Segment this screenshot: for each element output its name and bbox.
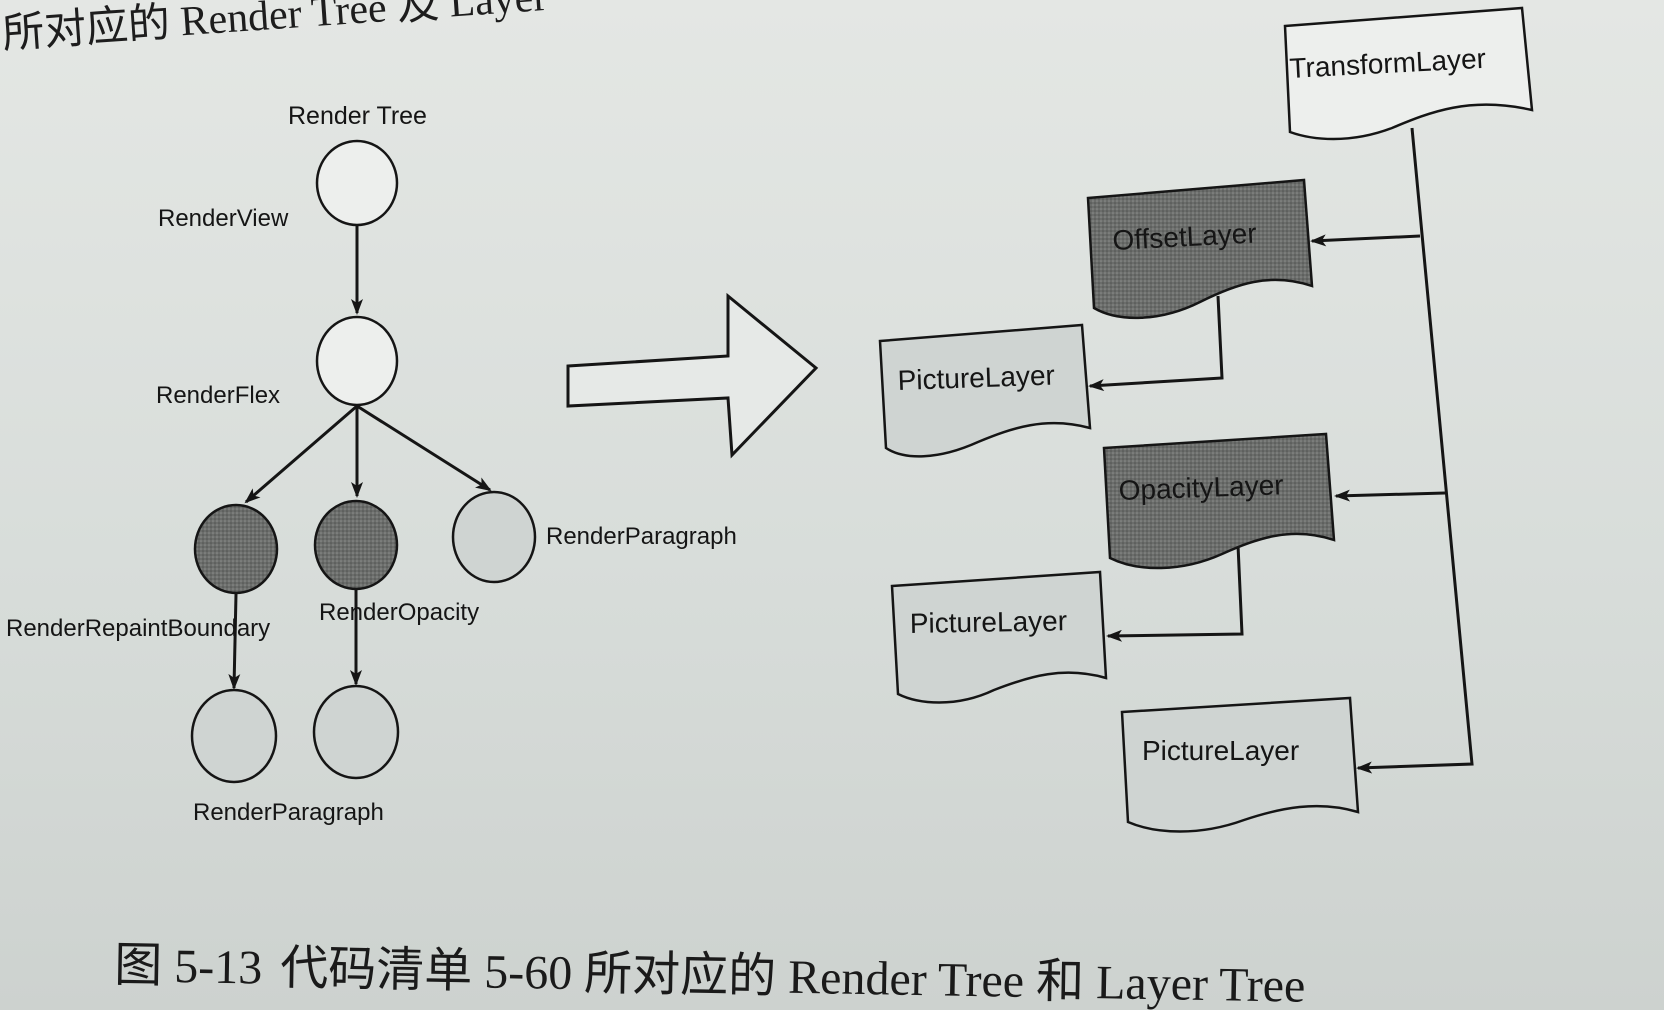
- render-flex-label: RenderFlex: [156, 382, 280, 409]
- render-flex-node: [315, 315, 399, 407]
- render-repaint-boundary-label: RenderRepaintBoundary: [6, 615, 270, 642]
- transform-arrow-icon: [566, 292, 819, 459]
- render-view-label: RenderView: [158, 205, 289, 232]
- render-layer-diagram: Render Tree RenderView RenderFlex Render…: [6, 6, 1534, 833]
- figure-caption-text: 代码清单 5-60 所对应的 Render Tree 和 Layer Tree: [279, 941, 1306, 1010]
- render-paragraph-node-bottom-right: [312, 684, 400, 780]
- render-opacity-node: [313, 499, 399, 591]
- render-tree-title: Render Tree: [288, 102, 427, 130]
- connector-transform-to-opacity: [1334, 489, 1446, 502]
- render-repaint-boundary-node: [193, 503, 279, 595]
- render-paragraph-label-top: RenderParagraph: [546, 523, 737, 550]
- opacity-layer-label: OpacityLayer: [1118, 469, 1284, 506]
- render-paragraph-label-bottom: RenderParagraph: [193, 799, 384, 826]
- render-paragraph-node-top: [451, 490, 537, 584]
- connector-transform-to-picture-3: [1356, 127, 1474, 774]
- edge-flex-to-paragraph: [356, 404, 492, 492]
- picture-layer-3-label: PictureLayer: [1142, 735, 1299, 766]
- figure-page: 所对应的 Render Tree 及 Layer Render Tree Ren…: [0, 0, 1664, 1010]
- render-opacity-label: RenderOpacity: [319, 599, 479, 626]
- picture-layer-2-label: PictureLayer: [910, 605, 1068, 639]
- render-tree-nodes: [190, 139, 537, 784]
- figure-number: 图 5-13: [113, 938, 263, 995]
- picture-layer-1-label: PictureLayer: [897, 360, 1055, 396]
- render-paragraph-node-bottom-left: [190, 688, 278, 784]
- layer-shapes: [878, 6, 1534, 833]
- edge-flex-to-repaint: [244, 404, 358, 504]
- render-view-node: [315, 139, 399, 227]
- connector-transform-to-offset: [1310, 234, 1421, 247]
